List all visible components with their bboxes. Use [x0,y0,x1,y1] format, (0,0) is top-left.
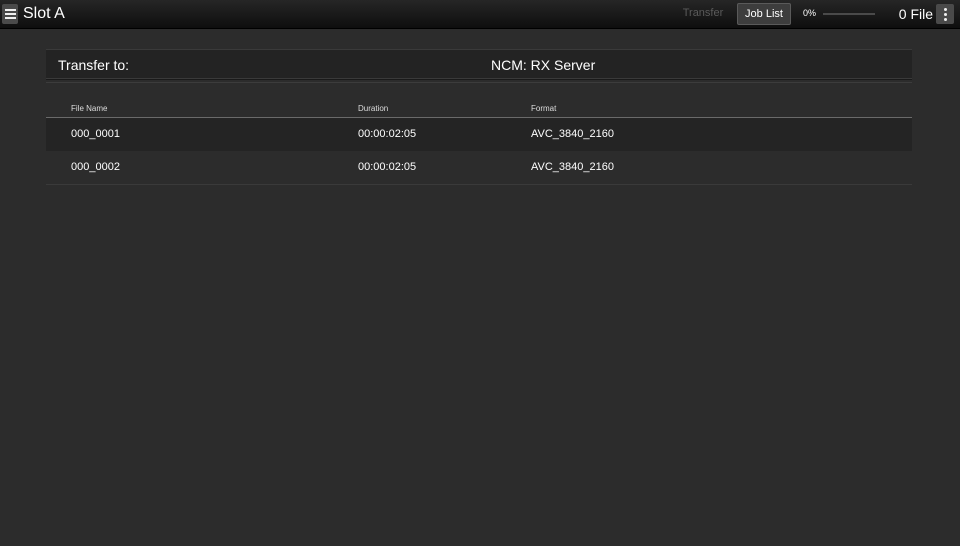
column-header-format[interactable]: Format [531,104,556,113]
column-header-file-name[interactable]: File Name [71,104,107,113]
transfer-destination-bar[interactable]: Transfer to: NCM: RX Server [46,49,912,79]
progress-bar [823,13,875,15]
column-header-duration[interactable]: Duration [358,104,388,113]
format-cell: AVC_3840_2160 [531,128,614,140]
table-header: File Name Duration Format [46,101,912,118]
table-row[interactable]: 000_0001 00:00:02:05 AVC_3840_2160 [46,118,912,151]
kebab-icon[interactable] [936,4,954,24]
duration-cell: 00:00:02:05 [358,161,417,173]
top-bar: Slot A Transfer Job List 0% 0 File [0,0,960,29]
file-name-cell: 000_0001 [71,128,120,140]
table-divider [46,184,912,185]
file-name-cell: 000_0002 [71,161,120,173]
transfer-to-label: Transfer to: [58,57,130,73]
progress-percent: 0% [803,8,817,18]
file-count: 0 File [898,6,933,22]
transfer-button[interactable]: Transfer [678,4,728,22]
hamburger-icon[interactable] [2,4,18,24]
divider [46,82,912,83]
table-row[interactable]: 000_0002 00:00:02:05 AVC_3840_2160 [46,151,912,184]
job-list-button[interactable]: Job List [737,3,791,25]
format-cell: AVC_3840_2160 [531,161,614,173]
file-table: File Name Duration Format 000_0001 00:00… [46,101,912,185]
duration-cell: 00:00:02:05 [358,128,417,140]
page-title: Slot A [23,5,65,22]
transfer-destination-value: NCM: RX Server [491,57,596,73]
